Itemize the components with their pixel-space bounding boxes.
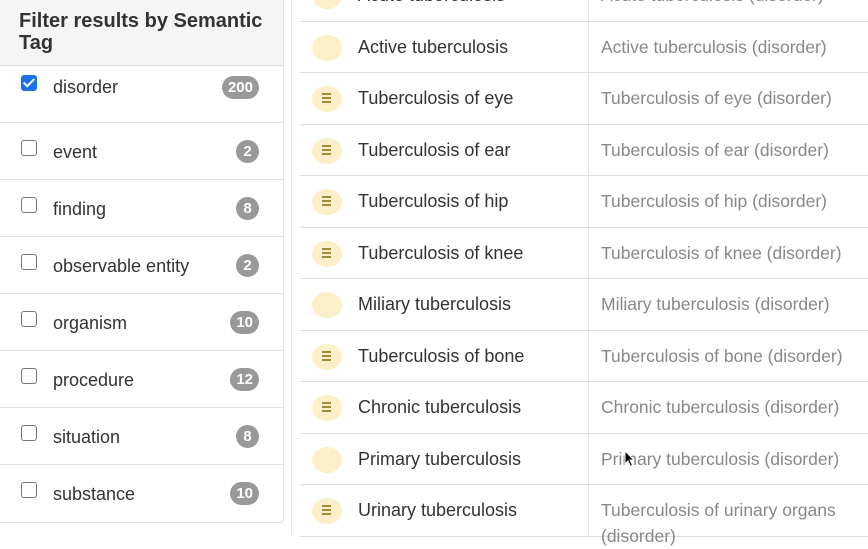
result-fsn: Active tuberculosis (disorder)	[601, 36, 827, 57]
facet-count-badge: 8	[236, 425, 259, 448]
column-separator	[588, 279, 589, 330]
definition-lines-icon	[322, 247, 332, 259]
facet-disorder[interactable]: disorder 200	[0, 66, 283, 123]
definition-lines-icon	[322, 402, 332, 413]
result-row[interactable]: Miliary tuberculosis Miliary tuberculosis…	[300, 279, 868, 331]
result-term[interactable]: Tuberculosis of bone	[358, 346, 524, 366]
result-term[interactable]: Miliary tuberculosis	[358, 294, 511, 314]
facet-organism[interactable]: organism 10	[0, 294, 283, 351]
facet-count-badge: 2	[236, 254, 259, 277]
empty-circle-icon	[312, 34, 342, 61]
column-separator	[588, 485, 589, 536]
facet-checkbox[interactable]	[21, 311, 37, 327]
facet-label: finding	[53, 199, 107, 219]
facet-event[interactable]: event 2	[0, 123, 283, 180]
column-separator	[588, 382, 589, 433]
result-fsn: Chronic tuberculosis (disorder)	[601, 397, 840, 417]
facet-count-badge: 8	[236, 197, 259, 220]
result-fsn: Tuberculosis of eye (disorder)	[601, 88, 832, 108]
facet-label: disorder	[53, 77, 119, 97]
result-row[interactable]: Tuberculosis of bone Tuberculosis of bone…	[300, 330, 868, 382]
result-row[interactable]: Tuberculosis of hip Tuberculosis of hip (…	[300, 176, 868, 228]
result-fsn: Tuberculosis of ear (disorder)	[601, 139, 829, 160]
result-row[interactable]: Primary tuberculosis Primary tuberculosis…	[300, 433, 868, 485]
facet-observable-entity[interactable]: observable entity 2	[0, 237, 283, 294]
column-separator	[588, 227, 589, 278]
facet-label: situation	[53, 427, 121, 447]
result-term[interactable]: Urinary tuberculosis	[358, 500, 517, 520]
filter-panel-heading: Filter results by Semantic Tag	[0, 0, 283, 66]
facet-procedure[interactable]: procedure 12	[0, 351, 283, 408]
facet-count-badge: 12	[230, 368, 259, 391]
result-fsn: Tuberculosis of urinary organs (disorder…	[601, 500, 836, 546]
facet-checkbox[interactable]	[21, 482, 37, 498]
result-term[interactable]: Tuberculosis of ear	[358, 140, 510, 160]
facet-checkbox[interactable]	[21, 140, 37, 156]
facet-count-badge: 2	[236, 140, 259, 163]
facet-situation[interactable]: situation 8	[0, 408, 283, 465]
column-separator	[588, 0, 589, 21]
result-fsn: Acute tuberculosis (disorder)	[601, 0, 824, 5]
mouse-cursor-icon	[624, 450, 636, 468]
result-fsn: Miliary tuberculosis (disorder)	[601, 294, 830, 314]
facet-list: disorder 200 event 2 finding 8 observable enti…	[0, 66, 283, 522]
column-separator	[588, 433, 589, 484]
facet-checkbox[interactable]	[21, 75, 37, 91]
semantic-tag-filter-panel: Filter results by Semantic Tag disorder 2…	[0, 0, 284, 523]
facet-checkbox[interactable]	[21, 425, 37, 441]
result-row[interactable]: Tuberculosis of eye Tuberculosis of eye (…	[300, 73, 868, 125]
facet-label: procedure	[53, 370, 135, 390]
result-term[interactable]: Chronic tuberculosis	[358, 397, 521, 417]
definition-lines-icon	[322, 350, 332, 362]
column-separator	[588, 330, 589, 381]
result-fsn: Tuberculosis of hip (disorder)	[601, 191, 827, 211]
result-row[interactable]: Active tuberculosis Active tuberculosis (…	[300, 21, 868, 73]
definition-lines-icon	[322, 196, 332, 207]
results-table: Acute tuberculosis Acute tuberculosis (di…	[300, 0, 868, 546]
result-term[interactable]: Tuberculosis of eye	[358, 88, 513, 108]
facet-count-badge: 10	[230, 311, 259, 334]
column-separator	[588, 73, 589, 124]
definition-lines-icon	[322, 144, 332, 156]
result-fsn: Primary tuberculosis (disorder)	[601, 448, 840, 469]
definition-lines-icon	[322, 505, 332, 516]
column-separator	[588, 124, 589, 175]
facet-count-badge: 200	[221, 76, 259, 99]
result-row[interactable]: Urinary tuberculosis Tuberculosis of urin…	[300, 485, 868, 546]
facet-label: substance	[53, 484, 136, 504]
result-term[interactable]: Tuberculosis of knee	[358, 243, 523, 263]
facet-label: event	[53, 142, 98, 162]
facet-checkbox[interactable]	[21, 368, 37, 384]
result-term[interactable]: Active tuberculosis	[358, 37, 508, 57]
result-row[interactable]: Tuberculosis of knee Tuberculosis of knee…	[300, 227, 868, 279]
facet-label: organism	[53, 313, 128, 333]
facet-finding[interactable]: finding 8	[0, 180, 283, 237]
facet-checkbox[interactable]	[21, 197, 37, 213]
facet-checkbox[interactable]	[21, 254, 37, 270]
result-term[interactable]: Primary tuberculosis	[358, 449, 521, 469]
panel-divider	[291, 0, 292, 535]
result-row[interactable]: Chronic tuberculosis Chronic tuberculosis…	[300, 382, 868, 434]
facet-count-badge: 10	[230, 482, 259, 505]
column-separator	[588, 21, 589, 72]
definition-lines-icon	[322, 93, 332, 104]
result-fsn: Tuberculosis of knee (disorder)	[601, 242, 842, 263]
empty-circle-icon	[312, 0, 342, 9]
result-term[interactable]: Tuberculosis of hip	[358, 191, 508, 211]
result-term[interactable]: Acute tuberculosis	[358, 0, 505, 5]
facet-label: observable entity	[53, 256, 190, 276]
facet-substance[interactable]: substance 10	[0, 465, 283, 522]
result-row[interactable]: Tuberculosis of ear Tuberculosis of ear (…	[300, 124, 868, 176]
empty-circle-icon	[312, 446, 342, 473]
empty-circle-icon	[312, 292, 342, 318]
column-separator	[588, 176, 589, 227]
result-fsn: Tuberculosis of bone (disorder)	[601, 345, 843, 366]
result-row[interactable]: Acute tuberculosis Acute tuberculosis (di…	[300, 0, 868, 22]
